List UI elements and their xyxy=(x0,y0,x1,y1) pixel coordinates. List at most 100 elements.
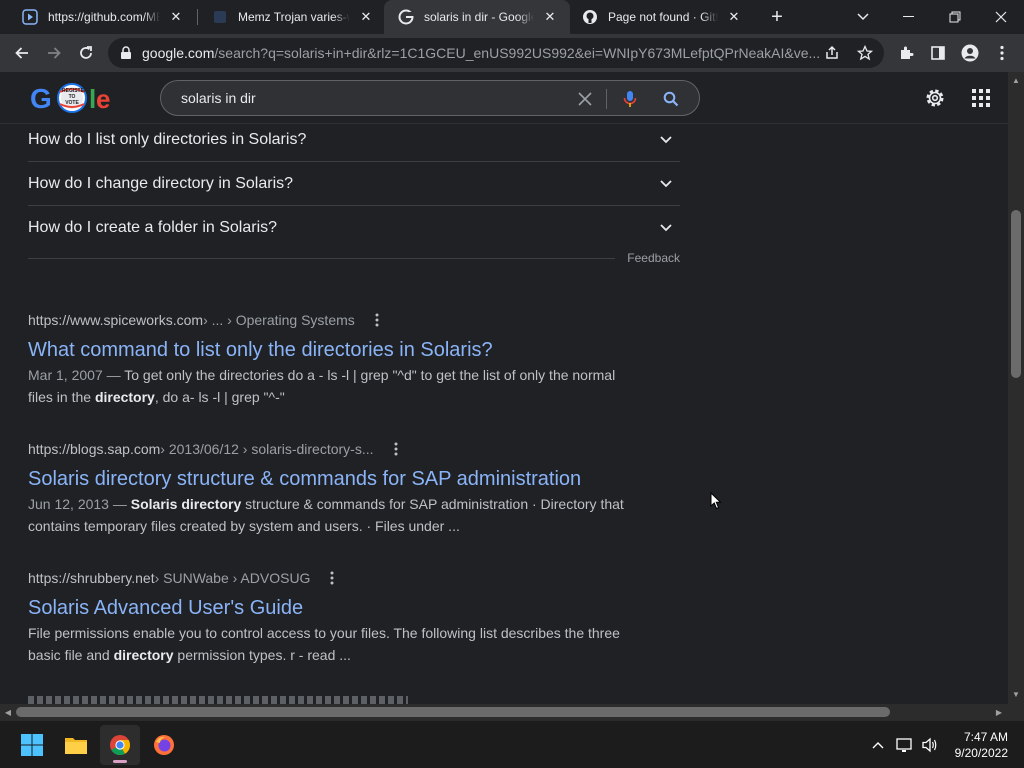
scroll-left-arrow-icon[interactable]: ◀ xyxy=(4,708,12,717)
bookmark-star-icon[interactable] xyxy=(856,44,874,66)
close-tab-icon[interactable]: ✕ xyxy=(168,9,184,25)
scroll-down-arrow-icon[interactable]: ▼ xyxy=(1012,690,1020,699)
windows-start-icon[interactable] xyxy=(12,725,52,765)
google-logo-doodle[interactable]: G l e REGISTER TO VOTE xyxy=(30,82,114,116)
paa-question[interactable]: How do I change directory in Solaris? xyxy=(28,162,680,206)
result-site: https://blogs.sap.com xyxy=(28,441,161,457)
paa-question-text: How do I change directory in Solaris? xyxy=(28,174,294,192)
forward-button[interactable] xyxy=(40,39,68,67)
browser-toolbar: google.com/search?q=solaris+in+dir&rlz=1… xyxy=(0,34,1024,72)
divider xyxy=(28,257,616,259)
scroll-right-arrow-icon[interactable]: ▶ xyxy=(995,708,1003,717)
extensions-icon[interactable] xyxy=(892,39,920,67)
url-text: google.com/search?q=solaris+in+dir&rlz=1… xyxy=(142,45,822,61)
result-snippet: File permissions enable you to control a… xyxy=(28,622,628,666)
more-options-icon[interactable] xyxy=(328,570,336,586)
microphone-icon[interactable] xyxy=(619,88,641,110)
result-path: › SUNWabe › ADVOSUG xyxy=(154,570,311,586)
paa-question[interactable]: How do I create a folder in Solaris? xyxy=(28,206,680,250)
address-bar[interactable]: google.com/search?q=solaris+in+dir&rlz=1… xyxy=(108,38,884,68)
snippet-highlight: Solaris directory xyxy=(130,496,242,512)
result-snippet: Mar 1, 2007 — To get only the directorie… xyxy=(28,364,628,408)
close-tab-icon[interactable]: ✕ xyxy=(542,9,558,25)
feedback-link[interactable]: Feedback xyxy=(627,251,680,265)
result-citation[interactable]: https://blogs.sap.com › 2013/06/12 › sol… xyxy=(28,439,628,459)
svg-text:G: G xyxy=(30,83,52,114)
search-result: https://shrubbery.net › SUNWabe › ADVOSU… xyxy=(28,568,628,666)
reload-button[interactable] xyxy=(72,39,100,67)
paa-footer: Feedback xyxy=(28,248,680,268)
snippet-highlight: directory xyxy=(94,389,155,405)
search-results-page: G l e REGISTER TO VOTE solaris in dir Ho… xyxy=(0,72,1008,704)
system-clock[interactable]: 7:47 AM 9/20/2022 xyxy=(955,729,1008,761)
share-icon[interactable] xyxy=(824,45,840,66)
google-icon xyxy=(398,9,414,25)
browser-menu-icon[interactable] xyxy=(988,39,1016,67)
play-icon xyxy=(22,9,38,25)
windows-taskbar: 7:47 AM 9/20/2022 xyxy=(0,720,1024,768)
tab-3-active[interactable]: solaris in dir - Google S ✕ xyxy=(384,0,570,34)
search-input[interactable] xyxy=(181,90,561,106)
firefox-icon[interactable] xyxy=(144,725,184,765)
new-tab-button[interactable]: + xyxy=(766,6,788,28)
network-icon[interactable] xyxy=(895,735,915,755)
result-title-link[interactable]: Solaris Advanced User's Guide xyxy=(28,595,628,621)
active-app-indicator xyxy=(113,760,127,763)
search-box[interactable] xyxy=(160,80,700,116)
result-date: Jun 12, 2013 — xyxy=(28,496,131,512)
result-site: https://www.spiceworks.com xyxy=(28,312,204,328)
close-tab-icon[interactable]: ✕ xyxy=(358,9,374,25)
side-panel-icon[interactable] xyxy=(924,39,952,67)
chevron-down-icon[interactable] xyxy=(656,218,676,238)
tab-2[interactable]: Memz Trojan varies-wit ✕ xyxy=(198,0,386,34)
settings-gear-icon[interactable] xyxy=(923,86,947,110)
google-apps-icon[interactable] xyxy=(969,86,993,110)
result-citation[interactable]: https://www.spiceworks.com › ... › Opera… xyxy=(28,310,628,330)
result-citation[interactable]: https://shrubbery.net › SUNWabe › ADVOSU… xyxy=(28,568,628,588)
paa-question[interactable]: How do I list only directories in Solari… xyxy=(28,118,680,162)
volume-icon[interactable] xyxy=(920,735,940,755)
chrome-icon[interactable] xyxy=(100,725,140,765)
more-options-icon[interactable] xyxy=(392,441,400,457)
scroll-up-arrow-icon[interactable]: ▲ xyxy=(1012,76,1020,85)
clear-search-icon[interactable] xyxy=(574,88,596,110)
result-date: Mar 1, 2007 — xyxy=(28,367,125,383)
search-divider xyxy=(606,89,607,109)
svg-text:e: e xyxy=(96,84,110,114)
github-icon xyxy=(582,9,598,25)
result-title-link[interactable]: Solaris directory structure & commands f… xyxy=(28,466,628,492)
more-options-icon[interactable] xyxy=(373,312,381,328)
scrollbar-thumb[interactable] xyxy=(16,707,890,717)
horizontal-scrollbar[interactable]: ◀ ▶ xyxy=(0,704,1008,720)
clock-time: 7:47 AM xyxy=(963,730,1008,744)
chevron-down-icon[interactable] xyxy=(656,130,676,150)
result-path: › ... › Operating Systems xyxy=(203,312,355,328)
snippet-highlight: directory xyxy=(113,647,174,663)
close-tab-icon[interactable]: ✕ xyxy=(726,9,742,25)
url-host: google.com xyxy=(142,45,215,61)
mouse-cursor-icon xyxy=(710,492,722,510)
result-title-link[interactable]: What command to list only the directorie… xyxy=(28,337,628,363)
snippet-text: , do a- ls -l | grep "^-" xyxy=(154,389,285,405)
tab-title: https://github.com/ME xyxy=(48,10,160,24)
scrollbar-thumb[interactable] xyxy=(1011,210,1021,378)
tab-4[interactable]: Page not found · GitHu ✕ xyxy=(568,0,754,34)
next-result-clipped xyxy=(28,696,408,704)
show-hidden-icons-chevron-icon[interactable] xyxy=(868,735,888,755)
url-path: /search?q=solaris+in+dir&rlz=1C1GCEU_enU… xyxy=(214,45,821,61)
profile-avatar-icon[interactable] xyxy=(956,39,984,67)
minimize-button[interactable] xyxy=(886,0,932,34)
scrollbar-corner xyxy=(1008,704,1024,720)
search-result: https://blogs.sap.com › 2013/06/12 › sol… xyxy=(28,439,628,537)
file-explorer-icon[interactable] xyxy=(56,725,96,765)
tab-1[interactable]: https://github.com/ME ✕ xyxy=(8,0,196,34)
restore-button[interactable] xyxy=(932,0,978,34)
tab-search-icon[interactable] xyxy=(840,0,886,34)
lock-icon[interactable] xyxy=(120,46,134,60)
result-path: › 2013/06/12 › solaris-directory-s... xyxy=(160,441,374,457)
chevron-down-icon[interactable] xyxy=(656,174,676,194)
close-window-button[interactable] xyxy=(978,0,1024,34)
back-button[interactable] xyxy=(8,39,36,67)
vertical-scrollbar[interactable]: ▲ ▼ xyxy=(1008,72,1024,704)
search-icon[interactable] xyxy=(660,88,682,110)
